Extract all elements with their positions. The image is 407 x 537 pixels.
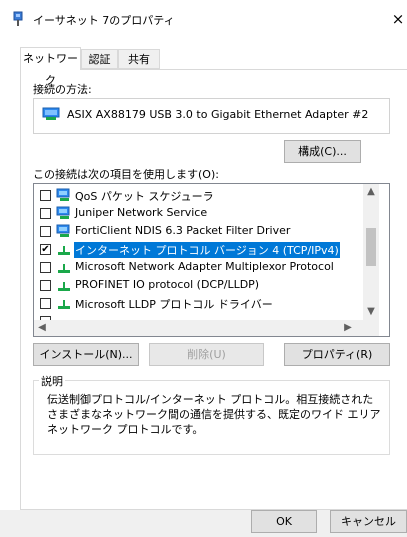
network-service-icon bbox=[56, 188, 72, 202]
connect-using-label: 接続の方法: bbox=[33, 83, 92, 96]
list-item[interactable]: QoS パケット スケジューラ bbox=[34, 186, 364, 204]
vertical-scroll-thumb[interactable] bbox=[366, 228, 376, 266]
item-checkbox[interactable] bbox=[40, 298, 51, 309]
scroll-corner bbox=[363, 320, 379, 336]
list-item[interactable]: Microsoft LLDP プロトコル ドライバー bbox=[34, 294, 364, 312]
description-text: 伝送制御プロトコル/インターネット プロトコル。相互接続されたさまざまなネットワ… bbox=[47, 393, 381, 436]
ok-button[interactable]: OK bbox=[251, 510, 317, 533]
item-checkbox[interactable] bbox=[40, 190, 51, 201]
description-legend: 説明 bbox=[39, 373, 65, 389]
horizontal-scrollbar[interactable]: ◀ ▶ bbox=[34, 320, 379, 336]
items-label: この接続は次の項目を使用します(O): bbox=[33, 168, 219, 181]
item-label: インターネット プロトコル バージョン 4 (TCP/IPv4) bbox=[74, 242, 340, 258]
tab-sharing[interactable]: 共有 bbox=[118, 49, 160, 69]
tab-authentication[interactable]: 認証 bbox=[81, 49, 118, 69]
network-service-icon bbox=[56, 224, 72, 238]
item-checkbox[interactable]: ✔ bbox=[40, 244, 51, 255]
network-adapter-icon bbox=[12, 11, 24, 27]
properties-button[interactable]: プロパティ(R) bbox=[284, 343, 390, 366]
window-title: イーサネット 7のプロパティ bbox=[33, 14, 175, 27]
item-checkbox[interactable] bbox=[40, 226, 51, 237]
list-item[interactable]: PROFINET IO protocol (DCP/LLDP) bbox=[34, 276, 364, 294]
item-checkbox[interactable] bbox=[40, 262, 51, 273]
scroll-left-icon[interactable]: ◀ bbox=[34, 320, 50, 336]
protocol-icon bbox=[56, 260, 72, 274]
list-item[interactable]: FortiClient NDIS 6.3 Packet Filter Drive… bbox=[34, 222, 364, 240]
list-item[interactable]: Microsoft Network Adapter Multiplexor Pr… bbox=[34, 258, 364, 276]
scroll-down-icon[interactable]: ▼ bbox=[363, 304, 379, 320]
item-label: PROFINET IO protocol (DCP/LLDP) bbox=[75, 278, 260, 291]
close-icon[interactable]: × bbox=[389, 8, 407, 30]
item-label: Microsoft Network Adapter Multiplexor Pr… bbox=[75, 260, 334, 273]
item-label: QoS パケット スケジューラ bbox=[75, 190, 214, 203]
scroll-right-icon[interactable]: ▶ bbox=[340, 320, 356, 336]
item-checkbox[interactable] bbox=[40, 208, 51, 219]
item-label: FortiClient NDIS 6.3 Packet Filter Drive… bbox=[75, 224, 291, 237]
protocol-icon bbox=[56, 296, 72, 310]
protocol-icon bbox=[56, 278, 72, 292]
cancel-button[interactable]: キャンセル bbox=[330, 510, 407, 533]
remove-button[interactable]: 削除(U) bbox=[149, 343, 264, 366]
tab-network[interactable]: ネットワーク bbox=[20, 47, 81, 87]
configure-button[interactable]: 構成(C)... bbox=[284, 140, 361, 163]
item-checkbox[interactable] bbox=[40, 280, 51, 291]
list-item[interactable]: Juniper Network Service bbox=[34, 204, 364, 222]
install-button[interactable]: インストール(N)... bbox=[33, 343, 139, 366]
list-item[interactable]: ✔ インターネット プロトコル バージョン 4 (TCP/IPv4) bbox=[34, 240, 364, 258]
network-service-icon bbox=[56, 206, 72, 220]
adapter-name: ASIX AX88179 USB 3.0 to Gigabit Ethernet… bbox=[67, 108, 369, 121]
list-item-partial bbox=[34, 312, 363, 320]
protocol-icon bbox=[56, 242, 72, 256]
network-card-icon bbox=[42, 106, 60, 122]
item-label: Microsoft LLDP プロトコル ドライバー bbox=[75, 298, 273, 311]
scroll-up-icon[interactable]: ▲ bbox=[363, 184, 379, 200]
item-label: Juniper Network Service bbox=[75, 206, 208, 219]
